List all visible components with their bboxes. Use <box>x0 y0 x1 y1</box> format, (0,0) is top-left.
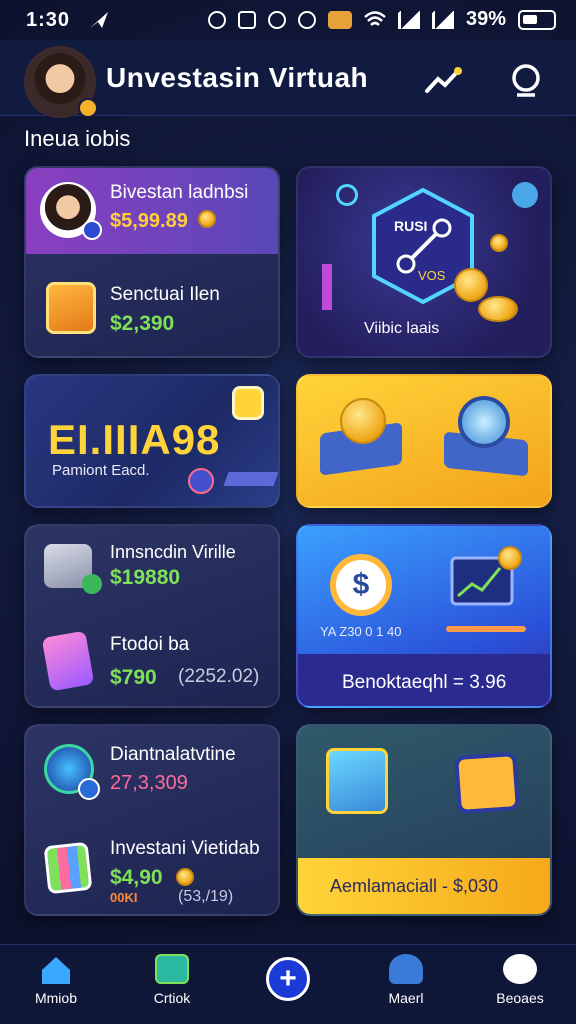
card-amount: $19880 <box>110 566 181 589</box>
user-icon <box>512 64 540 97</box>
card-sub-extra: (2252.02) <box>178 666 260 687</box>
verified-icon <box>82 220 102 240</box>
nav-item-home[interactable]: Mmiob <box>6 954 106 1006</box>
cloud-icon <box>512 182 538 208</box>
signal-icon <box>397 10 420 29</box>
section-label: Ineua iobis <box>24 126 131 151</box>
calculator-icon <box>41 630 95 692</box>
document-icon <box>46 282 96 334</box>
card-footer-text: Aemlamaciall - $,030 <box>330 876 499 896</box>
card-security[interactable]: RUSI VOS Viibic laais <box>296 166 552 358</box>
nav-label: Beoaes <box>496 990 544 1006</box>
person-icon <box>389 954 423 984</box>
card-subtitle: Senctuai Ilen <box>110 284 220 305</box>
send-icon <box>90 12 108 28</box>
shield-subtext: VOS <box>418 268 446 283</box>
card-title: Diantnalatvtine <box>110 744 236 765</box>
headline-caption: Pamiont Eacd. <box>52 462 150 479</box>
dollar-coin-icon: $ <box>330 554 392 616</box>
badge-icon <box>78 778 100 800</box>
card-sub-amount: $2,390 <box>110 312 175 335</box>
avatar-badge <box>78 98 98 118</box>
card-sub-small: 00KI <box>110 890 138 905</box>
home-icon <box>42 957 70 984</box>
checklist-icon <box>326 748 388 814</box>
card-caption: Viibic laais <box>364 320 440 337</box>
card-sub-amount: $790 <box>110 666 157 689</box>
dnd-icon <box>297 10 316 29</box>
nav-label: Maerl <box>388 990 424 1006</box>
trend-icon <box>425 67 462 93</box>
card-investments[interactable]: Innsncdin Virille $19880 Ftodoi ba $790 … <box>24 524 280 708</box>
status-icons: 39% <box>207 8 556 31</box>
nav-label: Crtiok <box>153 990 191 1006</box>
nav-item-credit[interactable]: Crtiok <box>122 954 222 1006</box>
progress-bar <box>446 626 526 632</box>
notification-icon <box>327 10 352 29</box>
card-title: Bivestan ladnbsi <box>110 182 249 203</box>
card-portfolio[interactable]: Bivestan ladnbsi $5,99.89 Senctuai Ilen … <box>24 166 280 358</box>
card-sub-extra: (53,/19) <box>178 888 234 905</box>
status-time: 1:30 <box>26 9 71 31</box>
status-bar: 1:30 39% <box>0 0 576 40</box>
card-footer-text: Benoktaeqhl = 3.96 <box>342 672 507 693</box>
plus-icon: + <box>279 962 297 995</box>
coin-icon <box>454 268 488 302</box>
add-button[interactable]: + <box>266 957 310 1001</box>
headline-value: EI.IIIA98 <box>48 416 221 463</box>
cloud-icon <box>503 954 537 984</box>
app-title: Unvestasin Virtuah <box>106 62 369 93</box>
signal2-icon <box>431 10 454 29</box>
info-icon <box>336 184 358 206</box>
battery-icon <box>518 9 556 30</box>
card-chart[interactable]: $ YA Z30 0 1 40 Benoktaeqhl = 3.96 <box>296 524 552 708</box>
coin-icon <box>198 210 216 228</box>
dollar-icon <box>82 574 102 594</box>
coin-icon <box>176 868 194 886</box>
card-rewards[interactable]: Aemlamaciall - $,030 <box>296 724 552 916</box>
edit-icon <box>155 954 189 984</box>
card-amount: 27,3,309 <box>110 772 188 794</box>
mini-caption: YA Z30 0 1 40 <box>320 624 402 639</box>
card-amount: $5,99.89 <box>110 210 188 232</box>
card-tools[interactable] <box>296 374 552 508</box>
card-sub-amount: $4,90 <box>110 866 163 889</box>
nav-item-markets[interactable]: Maerl <box>356 954 456 1006</box>
card-diversification[interactable]: Diantnalatvtine 27,3,309 Investani Vieti… <box>24 724 280 916</box>
chart-button[interactable] <box>424 60 464 100</box>
battery-percent: 39% <box>465 8 506 30</box>
globe-icon <box>458 396 510 448</box>
coin-icon <box>498 546 522 570</box>
card-subtitle: Ftodoi ba <box>110 634 190 655</box>
chip-icon <box>188 468 214 494</box>
card-subtitle: Investani Vietidab <box>110 838 260 859</box>
card-title: Innsncdin Virille <box>110 542 236 562</box>
spreadsheet-icon <box>43 841 93 895</box>
coin-icon <box>490 234 508 252</box>
shield-reward-icon <box>454 751 520 815</box>
note-icon <box>232 386 264 420</box>
nav-label: Mmiob <box>34 990 77 1006</box>
bar-icon <box>322 264 332 310</box>
alarm-icon <box>207 10 226 29</box>
nav-item-settings[interactable]: Beoaes <box>470 954 570 1006</box>
shield-icon <box>267 10 286 29</box>
mute-icon <box>237 10 256 29</box>
card-deco <box>223 472 278 486</box>
wifi-icon <box>364 10 386 26</box>
card-headline[interactable]: EI.IIIA98 Pamiont Eacd. <box>24 374 280 508</box>
coin-stack-icon <box>478 296 518 322</box>
download-coin-icon <box>340 398 386 444</box>
profile-button[interactable] <box>506 60 546 100</box>
shield-text: RUSI <box>394 218 428 234</box>
